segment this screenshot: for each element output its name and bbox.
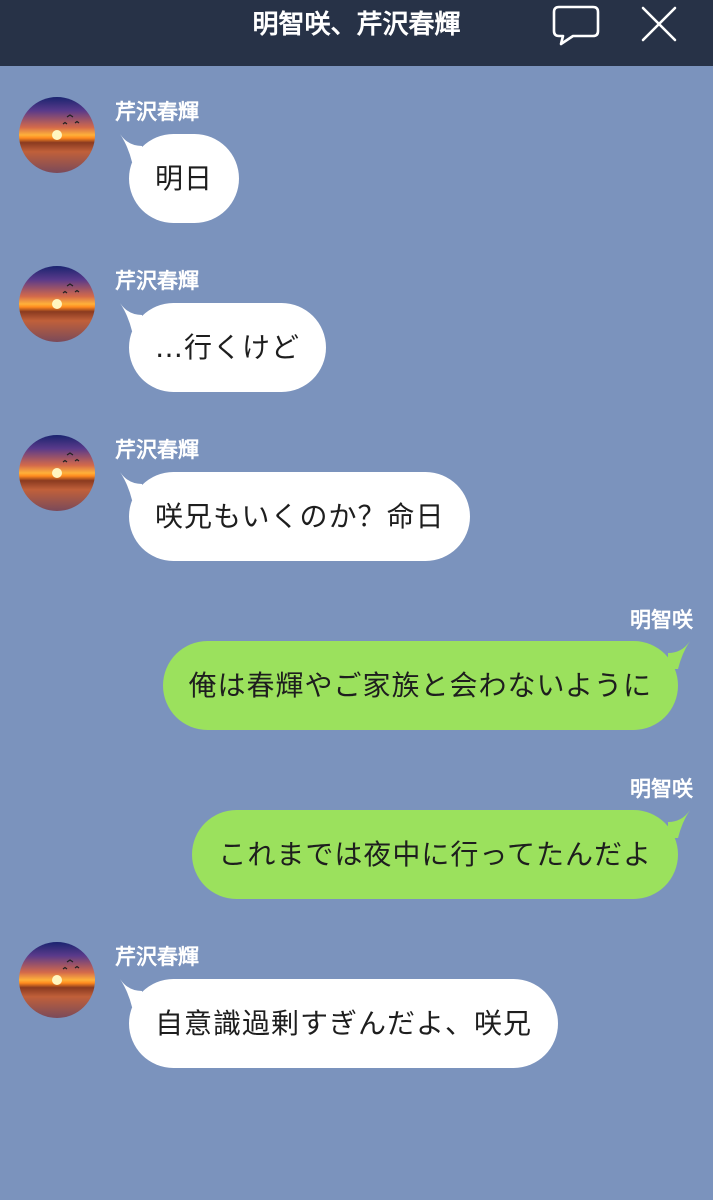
- avatar[interactable]: [19, 266, 95, 342]
- message-bubble[interactable]: これまでは夜中に行ってたんだよ: [192, 810, 678, 899]
- sender-name: 芹沢春輝: [115, 945, 199, 969]
- avatar[interactable]: [19, 97, 95, 173]
- message-bubble[interactable]: 俺は春輝やご家族と会わないように: [162, 641, 678, 730]
- sender-name: 明智咲: [630, 608, 693, 632]
- message-bubble[interactable]: 自意識過剰すぎんだよ、咲兄: [129, 979, 559, 1068]
- avatar[interactable]: [19, 435, 95, 511]
- chat-title: 明智咲、芹沢春輝: [252, 10, 461, 40]
- sender-name: 芹沢春輝: [115, 269, 199, 293]
- message-bubble[interactable]: 明日: [129, 134, 240, 223]
- avatar[interactable]: [19, 942, 95, 1018]
- sender-name: 芹沢春輝: [115, 100, 199, 124]
- message-bubble[interactable]: 咲兄もいくのか？命日: [129, 472, 471, 561]
- chat-header: 明智咲、芹沢春輝: [0, 0, 713, 66]
- close-icon[interactable]: [634, 4, 684, 46]
- message-bubble[interactable]: …行くけど: [129, 303, 327, 392]
- sender-name: 明智咲: [630, 777, 693, 801]
- speech-bubble-icon[interactable]: [551, 4, 601, 46]
- sender-name: 芹沢春輝: [115, 438, 199, 462]
